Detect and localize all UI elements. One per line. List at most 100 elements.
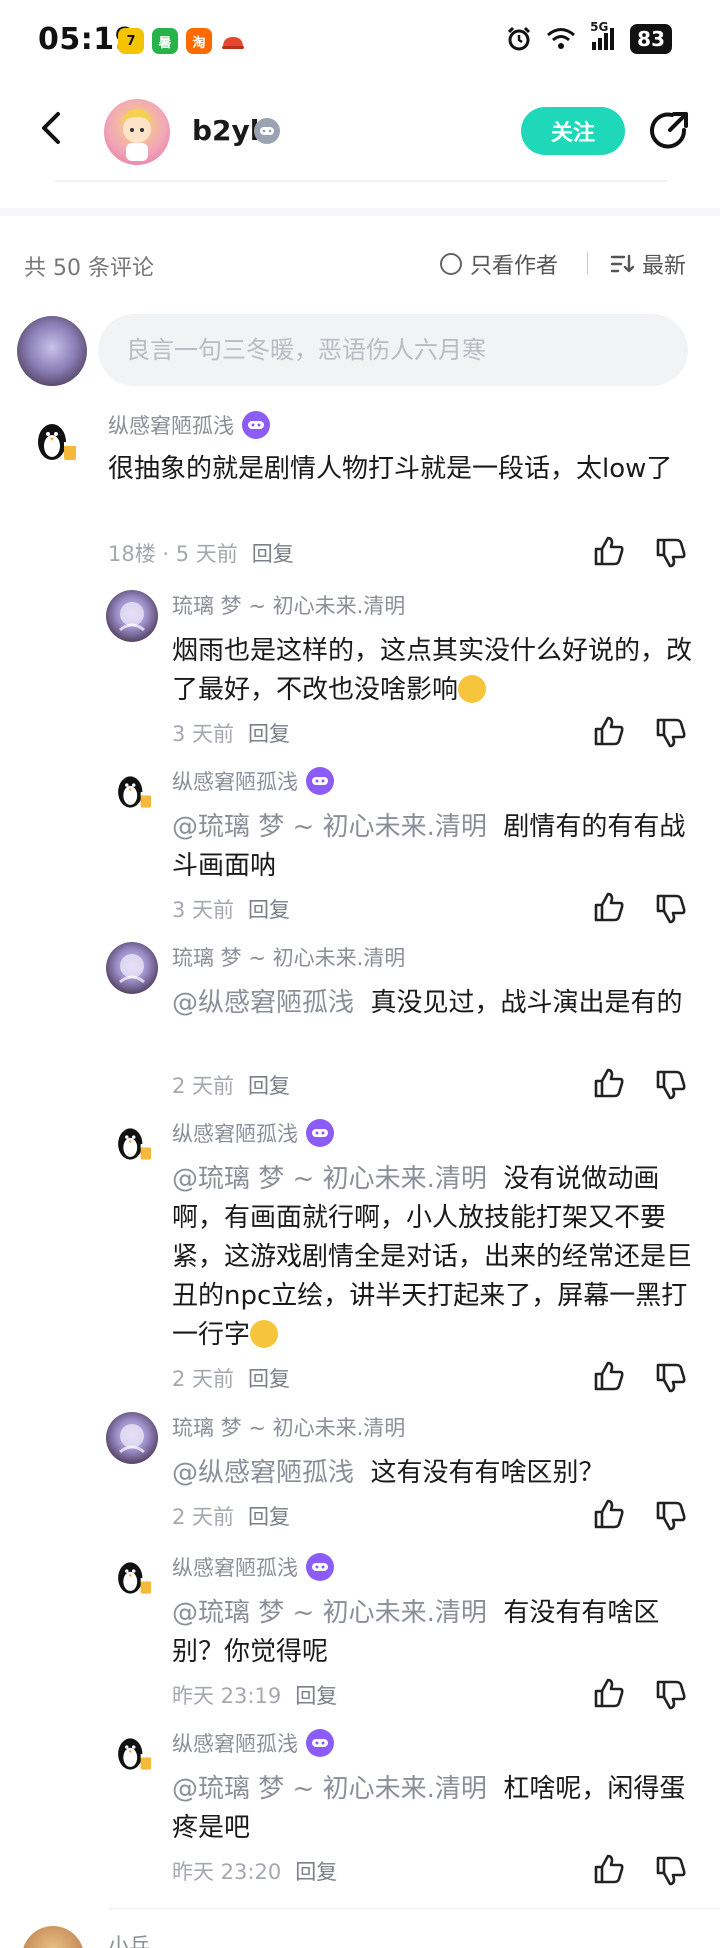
gamer-badge-icon (254, 118, 280, 144)
like-icon[interactable] (592, 714, 626, 748)
sort-label: 最新 (642, 254, 687, 279)
comment-input[interactable] (98, 314, 688, 386)
author-username[interactable]: b2yl (192, 114, 259, 147)
back-button[interactable] (30, 106, 74, 150)
reply-mention[interactable]: @纵感窘陋孤浅 (172, 988, 354, 1018)
reply-meta: 2 天前 回复 (172, 1070, 290, 1100)
cool-emoji-icon (250, 1320, 279, 1348)
reply-button[interactable]: 回复 (248, 718, 290, 748)
dislike-icon[interactable] (654, 536, 688, 570)
dislike-icon[interactable] (654, 716, 688, 750)
reply-time: 2 天前 (172, 1367, 235, 1391)
like-icon[interactable] (592, 1676, 626, 1710)
reply-avatar[interactable] (106, 766, 158, 818)
dislike-icon[interactable] (654, 1499, 688, 1533)
reply-name-row: 纵感窘陋孤浅 (172, 1552, 334, 1582)
comment-input-row (0, 312, 720, 392)
reply-time: 3 天前 (172, 722, 235, 746)
divider (108, 1908, 720, 1909)
comment-text: 很抽象的就是剧情人物打斗就是一段话，太low了 (108, 454, 673, 484)
reply-comment: 纵感窘陋孤浅 @琉璃 梦 ~ 初心未来.清明 有没有有啥区别？你觉得呢昨天 23:… (0, 1548, 720, 1726)
author-avatar[interactable] (104, 99, 170, 165)
reply-time: 2 天前 (172, 1505, 235, 1529)
reply-button[interactable]: 回复 (295, 1680, 337, 1710)
reply-text-block: @琉璃 梦 ~ 初心未来.清明 杠啥呢，闲得蛋疼是吧 (172, 1770, 692, 1848)
dislike-icon[interactable] (654, 1361, 688, 1395)
reply-time: 3 天前 (172, 898, 235, 922)
header-divider (587, 252, 588, 274)
app-icon-taobao: 淘 (186, 28, 212, 54)
reply-mention[interactable]: @琉璃 梦 ~ 初心未来.清明 (172, 1598, 487, 1628)
reply-author[interactable]: 纵感窘陋孤浅 (172, 1728, 298, 1758)
reply-author[interactable]: 纵感窘陋孤浅 (172, 766, 298, 796)
reply-author[interactable]: 琉璃 梦 ~ 初心未来.清明 (172, 1412, 405, 1442)
reply-name-row: 纵感窘陋孤浅 (172, 1118, 334, 1148)
share-icon[interactable] (646, 108, 692, 154)
reply-author[interactable]: 琉璃 梦 ~ 初心未来.清明 (172, 942, 405, 972)
main-comment: 纵感窘陋孤浅 很抽象的就是剧情人物打斗就是一段话，太low了 18楼 · 5 天… (0, 404, 720, 584)
reply-button[interactable]: 回复 (248, 1070, 290, 1100)
gamer-badge-icon (306, 767, 334, 795)
reply-text: 真没见过，战斗演出是有的 (370, 988, 683, 1018)
reply-author[interactable]: 纵感窘陋孤浅 (172, 1118, 298, 1148)
comment-floor-time: 18楼 · 5 天前 (108, 542, 238, 566)
dislike-icon[interactable] (654, 892, 688, 926)
like-icon[interactable] (592, 1359, 626, 1393)
reply-mention[interactable]: @琉璃 梦 ~ 初心未来.清明 (172, 1164, 487, 1194)
reply-time: 昨天 23:19 (172, 1684, 282, 1708)
reply-avatar[interactable] (106, 942, 158, 994)
reply-avatar[interactable] (106, 1412, 158, 1464)
reply-button[interactable]: 回复 (248, 1501, 290, 1531)
reply-mention[interactable]: @纵感窘陋孤浅 (172, 1458, 354, 1488)
crying-emoji-icon (458, 675, 487, 703)
reply-meta: 3 天前 回复 (172, 718, 290, 748)
like-icon[interactable] (592, 534, 626, 568)
reply-avatar[interactable] (106, 1118, 158, 1170)
reply-button[interactable]: 回复 (252, 538, 294, 568)
reply-mention[interactable]: @琉璃 梦 ~ 初心未来.清明 (172, 812, 487, 842)
reply-comment: 纵感窘陋孤浅 @琉璃 梦 ~ 初心未来.清明 剧情有的有有战斗画面呐 3 天前 回复 (0, 762, 720, 940)
section-band (0, 208, 720, 216)
dislike-icon[interactable] (654, 1068, 688, 1102)
battery-indicator: 83 (630, 24, 672, 54)
follow-button[interactable]: 关注 (521, 107, 625, 155)
reply-name-row: 琉璃 梦 ~ 初心未来.清明 (172, 590, 405, 620)
dislike-icon[interactable] (654, 1854, 688, 1888)
reply-name-row: 琉璃 梦 ~ 初心未来.清明 (172, 942, 405, 972)
next-commenter-avatar[interactable] (22, 1926, 84, 1948)
reply-author[interactable]: 纵感窘陋孤浅 (172, 1552, 298, 1582)
reply-button[interactable]: 回复 (295, 1856, 337, 1886)
reply-comment: 琉璃 梦 ~ 初心未来.清明 烟雨也是这样的，这点其实没什么好说的，改了最好，不改… (0, 586, 720, 764)
reply-meta: 3 天前 回复 (172, 894, 290, 924)
reply-text-block: @琉璃 梦 ~ 初心未来.清明 没有说做动画啊，有画面就行啊，小人放技能打架又不… (172, 1160, 692, 1355)
reply-comment: 琉璃 梦 ~ 初心未来.清明 @纵感窘陋孤浅 真没见过，战斗演出是有的 2 天前 回复 (0, 938, 720, 1116)
reply-button[interactable]: 回复 (248, 1363, 290, 1393)
commenter-avatar[interactable] (24, 412, 84, 472)
reply-text: 这有没有有啥区别？ (370, 1458, 605, 1488)
like-icon[interactable] (592, 1066, 626, 1100)
reply-mention[interactable]: @琉璃 梦 ~ 初心未来.清明 (172, 1774, 487, 1804)
alarm-icon (508, 26, 531, 51)
comments-header: 共 50 条评论 只看作者 最新 (0, 236, 720, 288)
reply-button[interactable]: 回复 (248, 894, 290, 924)
sort-toggle[interactable]: 最新 (610, 248, 686, 280)
like-icon[interactable] (592, 1852, 626, 1886)
reply-name-row: 纵感窘陋孤浅 (172, 766, 334, 796)
reply-avatar[interactable] (106, 1552, 158, 1604)
reply-name-row: 琉璃 梦 ~ 初心未来.清明 (172, 1412, 405, 1442)
like-icon[interactable] (592, 890, 626, 924)
only-author-toggle[interactable]: 只看作者 (440, 248, 558, 280)
app-icon-eleme (220, 28, 246, 54)
dislike-icon[interactable] (654, 1678, 688, 1712)
reply-text-block: @琉璃 梦 ~ 初心未来.清明 有没有有啥区别？你觉得呢 (172, 1594, 692, 1672)
comment-count: 共 50 条评论 (24, 256, 154, 281)
next-commenter-name[interactable]: 小兵 (108, 1930, 150, 1948)
reply-avatar[interactable] (106, 1728, 158, 1780)
reply-author[interactable]: 琉璃 梦 ~ 初心未来.清明 (172, 590, 405, 620)
status-app-icons: 7 暑 淘 (118, 28, 246, 54)
only-author-label: 只看作者 (470, 254, 559, 279)
like-icon[interactable] (592, 1497, 626, 1531)
reply-avatar[interactable] (106, 590, 158, 642)
status-right: 5G 83 (506, 20, 672, 54)
commenter-name[interactable]: 纵感窘陋孤浅 (108, 410, 234, 440)
